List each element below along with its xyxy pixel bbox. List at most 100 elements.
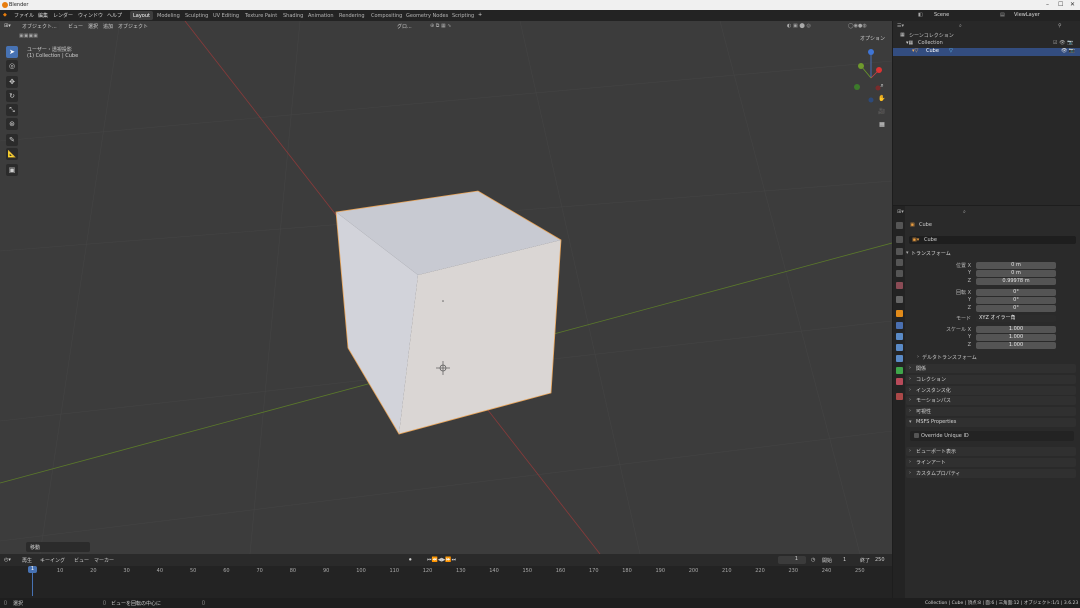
blender-menu-icon[interactable]: ◆ xyxy=(3,12,7,18)
cursor-tool-icon[interactable]: ◎ xyxy=(6,60,18,72)
last-operator-panel[interactable]: 移動 xyxy=(26,542,90,552)
delta-expand-icon[interactable]: › xyxy=(917,354,919,360)
outliner-collection[interactable]: ▾▦ Collection ☑ 👁 📷 xyxy=(893,40,1080,48)
measure-tool-icon[interactable]: 📐 xyxy=(6,148,18,160)
zoom-icon[interactable]: ⌕ xyxy=(878,82,886,90)
collection-visibility-icons[interactable]: ☑ 👁 📷 xyxy=(1053,40,1073,46)
texture-tab-icon[interactable] xyxy=(896,393,903,400)
tab-compositing[interactable]: Compositing xyxy=(368,11,405,20)
section-msfs-properties[interactable]: ▾ MSFS Properties xyxy=(906,418,1076,427)
record-icon[interactable]: ⏺ xyxy=(409,557,412,563)
section-custom-properties[interactable]: › カスタムプロパティ xyxy=(906,469,1076,478)
object-name-field[interactable]: ▣▾ Cube xyxy=(909,236,1076,244)
outliner-search-icon[interactable]: ⌕ xyxy=(959,23,962,29)
tab-shading[interactable]: Shading xyxy=(280,11,306,20)
add-workspace-icon[interactable]: + xyxy=(478,12,482,18)
section-motion-paths[interactable]: › モーションパス xyxy=(906,396,1076,405)
rotation-mode-dropdown[interactable]: XYZ オイラー角 xyxy=(976,315,1056,322)
output-tab-icon[interactable] xyxy=(896,248,903,255)
scale-y-field[interactable]: 1.000 xyxy=(976,334,1056,341)
scale-x-field[interactable]: 1.000 xyxy=(976,326,1056,333)
scale-z-field[interactable]: 1.000 xyxy=(976,342,1056,349)
object-tab-icon[interactable] xyxy=(896,310,903,317)
tab-rendering[interactable]: Rendering xyxy=(336,11,368,20)
view-layer-tab-icon[interactable] xyxy=(896,259,903,266)
pan-icon[interactable]: ✋ xyxy=(878,95,886,103)
camera-view-icon[interactable]: 🎥 xyxy=(878,108,886,116)
modifier-tab-icon[interactable] xyxy=(896,322,903,329)
properties-search-icon[interactable]: ⌕ xyxy=(963,209,966,215)
scale-tool-icon[interactable]: ⤡ xyxy=(6,104,18,116)
timeline-editor-type-icon[interactable]: ◴▾ xyxy=(4,557,11,563)
menu-edit[interactable]: 編集 xyxy=(38,12,48,19)
playback-controls-icon[interactable]: ⏮⏪◀▶⏩⏭ xyxy=(427,557,456,563)
scene-tab-icon[interactable] xyxy=(896,270,903,277)
physics-tab-icon[interactable] xyxy=(896,344,903,351)
particles-tab-icon[interactable] xyxy=(896,333,903,340)
rotation-z-field[interactable]: 0° xyxy=(976,305,1056,312)
collection-tab-icon[interactable] xyxy=(896,296,903,303)
rotate-tool-icon[interactable]: ↻ xyxy=(6,90,18,102)
tab-animation[interactable]: Animation xyxy=(305,11,337,20)
viewport-menu-add[interactable]: 追加 xyxy=(103,23,113,30)
select-mode-icons[interactable]: ▣▣▣▣ xyxy=(19,33,38,39)
override-unique-id-row[interactable]: Override Unique ID xyxy=(910,431,1074,441)
transform-orientation-dropdown[interactable]: グロ... xyxy=(397,23,412,30)
outliner-scene-collection[interactable]: ▦ シーンコレクション xyxy=(893,32,1080,40)
move-tool-icon[interactable]: ✥ xyxy=(6,76,18,88)
section-line-art[interactable]: › ラインアート xyxy=(906,458,1076,467)
override-checkbox[interactable] xyxy=(914,433,919,438)
outliner-editor-icon[interactable]: ☰▾ xyxy=(897,23,904,29)
add-cube-tool-icon[interactable]: ▣ xyxy=(6,164,18,176)
current-frame-field[interactable]: 1 xyxy=(778,556,806,564)
mode-dropdown[interactable]: オブジェクト... xyxy=(20,23,59,30)
menu-help[interactable]: ヘルプ xyxy=(107,12,122,19)
timeline-menu-keying[interactable]: キーイング xyxy=(40,557,65,564)
maximize-icon[interactable]: ☐ xyxy=(1058,1,1063,8)
transform-tool-icon[interactable]: ⊛ xyxy=(6,118,18,130)
scene-name[interactable]: Scene xyxy=(934,12,949,18)
section-visibility[interactable]: › 可視性 xyxy=(906,407,1076,416)
location-z-field[interactable]: 0.99978 m xyxy=(976,278,1056,285)
cube-visibility-icons[interactable]: 👁 📷 xyxy=(1061,48,1075,54)
end-frame-field[interactable]: 250 xyxy=(875,557,885,563)
location-x-field[interactable]: 0 m xyxy=(976,262,1056,269)
close-icon[interactable]: ✕ xyxy=(1070,1,1075,8)
rotation-x-field[interactable]: 0° xyxy=(976,289,1056,296)
timeline-menu-marker[interactable]: マーカー xyxy=(94,557,114,564)
ortho-toggle-icon[interactable]: ▦ xyxy=(878,121,886,129)
constraints-tab-icon[interactable] xyxy=(896,355,903,362)
section-viewport-display[interactable]: › ビューポート表示 xyxy=(906,447,1076,456)
outliner-filter-icon[interactable]: ⚲ xyxy=(1058,23,1062,29)
tab-scripting[interactable]: Scripting xyxy=(449,11,477,20)
section-relations[interactable]: › 関係 xyxy=(906,364,1076,373)
timeline-menu-view[interactable]: ビュー xyxy=(74,557,89,564)
transform-expand-icon[interactable]: ▾ xyxy=(906,250,909,256)
viewport-menu-select[interactable]: 選択 xyxy=(88,23,98,30)
section-instancing[interactable]: › インスタンス化 xyxy=(906,386,1076,395)
properties-editor-icon[interactable]: ⊞▾ xyxy=(897,209,904,215)
location-y-field[interactable]: 0 m xyxy=(976,270,1056,277)
section-collections[interactable]: › コレクション xyxy=(906,375,1076,384)
start-frame-field[interactable]: 1 xyxy=(843,557,846,563)
minimize-icon[interactable]: – xyxy=(1046,1,1049,8)
material-tab-icon[interactable] xyxy=(896,378,903,385)
tab-layout[interactable]: Layout xyxy=(130,11,153,20)
menu-render[interactable]: レンダー xyxy=(53,12,73,19)
tab-modeling[interactable]: Modeling xyxy=(154,11,183,20)
rotation-y-field[interactable]: 0° xyxy=(976,297,1056,304)
shading-mode-icons[interactable]: ◯◉●◍ xyxy=(848,23,867,29)
annotate-tool-icon[interactable]: ✎ xyxy=(6,134,18,146)
editor-type-icon[interactable]: ⊞▾ xyxy=(4,23,11,29)
timeline-menu-playback[interactable]: 再生 xyxy=(22,557,32,564)
tab-uv-editing[interactable]: UV Editing xyxy=(210,11,242,20)
tab-geometry-nodes[interactable]: Geometry Nodes xyxy=(403,11,451,20)
transform-panel-title[interactable]: トランスフォーム xyxy=(911,250,951,257)
expand-icon[interactable]: ▾▦ xyxy=(906,40,913,46)
menu-file[interactable]: ファイル xyxy=(14,12,34,19)
menu-window[interactable]: ウィンドウ xyxy=(78,12,103,19)
options-dropdown[interactable]: オプション xyxy=(860,35,885,42)
delta-transform-title[interactable]: デルタトランスフォーム xyxy=(922,354,977,361)
outliner-cube[interactable]: ▾▽ Cube ▽ 👁 📷 xyxy=(893,48,1080,56)
viewport-menu-view[interactable]: ビュー xyxy=(68,23,83,30)
